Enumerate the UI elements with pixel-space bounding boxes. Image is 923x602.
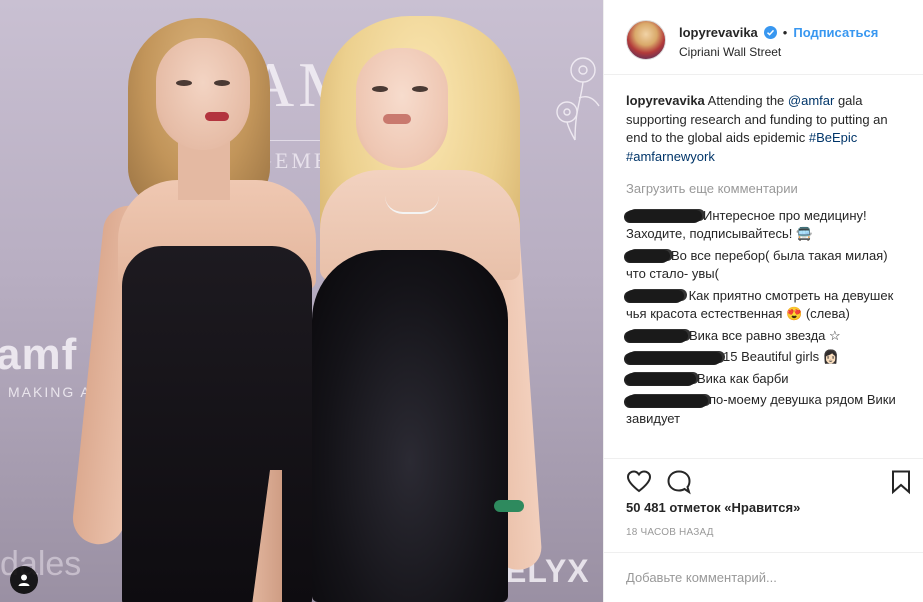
- add-comment-section: [604, 552, 923, 602]
- caption-hashtag[interactable]: #amfarnewyork: [626, 149, 715, 164]
- right-person-dress: [312, 250, 508, 602]
- caption-hashtag[interactable]: #BeEpic: [809, 130, 857, 145]
- right-person-bracelet: [494, 500, 524, 512]
- comment: 15 Beautiful girls 👩🏻: [626, 348, 908, 367]
- redacted-username: [626, 210, 702, 223]
- redacted-username: [626, 351, 722, 364]
- comment: Во все перебор( была такая милая) что ст…: [626, 247, 908, 284]
- post-photo[interactable]: AMP GEMENT amf MAKING AIDS dales ELYX: [0, 0, 603, 602]
- left-person-eye: [176, 80, 192, 86]
- redacted-username: [626, 250, 670, 263]
- comment: Как приятно смотреть на девушек чья крас…: [626, 287, 908, 324]
- post-side-panel: lopyrevavika • Подписаться Cipriani Wall…: [603, 0, 923, 602]
- right-person-eye: [412, 86, 428, 92]
- comment-text: 15 Beautiful girls 👩🏻: [723, 349, 839, 364]
- location-link[interactable]: Cipriani Wall Street: [679, 45, 781, 59]
- right-person-eye: [372, 86, 388, 92]
- action-bar: [604, 458, 923, 502]
- comment: по-моему девушка рядом Вики завидует: [626, 391, 908, 428]
- caption-username[interactable]: lopyrevavika: [626, 93, 705, 108]
- comment: Вика все равно звезда ☆: [626, 327, 908, 346]
- backdrop-text-amfar: amf: [0, 330, 78, 379]
- redacted-username: [626, 394, 708, 407]
- follow-button[interactable]: Подписаться: [793, 25, 878, 40]
- caption-text: Attending the: [704, 93, 788, 108]
- load-more-comments-button[interactable]: Загрузить еще комментарии: [626, 180, 908, 199]
- username-link[interactable]: lopyrevavika: [679, 25, 758, 40]
- redacted-username: [626, 290, 684, 303]
- user-tag-icon: [18, 574, 30, 586]
- right-person-lips: [383, 114, 411, 124]
- redacted-username: [626, 330, 688, 343]
- post-caption: lopyrevavika Attending the @amfar gala s…: [626, 92, 908, 166]
- user-tag-button[interactable]: [10, 566, 38, 594]
- post-header: lopyrevavika • Подписаться Cipriani Wall…: [604, 0, 923, 75]
- comment: Интересное про медицину! Заходите, подпи…: [626, 207, 908, 244]
- caption-mention[interactable]: @amfar: [788, 93, 834, 108]
- username-row: lopyrevavika • Подписаться: [679, 25, 878, 40]
- left-person-lips: [205, 112, 229, 121]
- left-person-eye: [214, 80, 230, 86]
- redacted-username: [626, 373, 696, 386]
- left-person-face: [156, 38, 250, 150]
- post-timestamp: 18 ЧАСОВ НАЗАД: [626, 527, 714, 538]
- comment-text: Вика как барби: [697, 370, 789, 386]
- left-person-dress: [122, 246, 312, 602]
- flower-sketch: [556, 57, 600, 141]
- verified-icon: [763, 26, 777, 39]
- avatar[interactable]: [626, 20, 666, 60]
- add-comment-input[interactable]: [626, 565, 896, 589]
- right-person-face: [356, 48, 448, 168]
- comments-list: lopyrevavika Attending the @amfar gala s…: [626, 92, 908, 431]
- comment-text: Вика все равно звезда ☆: [689, 327, 841, 343]
- heart-icon[interactable]: [626, 469, 652, 495]
- likes-count[interactable]: 50 481 отметок «Нравится»: [626, 500, 800, 515]
- bookmark-icon[interactable]: [888, 469, 914, 495]
- comment: Вика как барби: [626, 370, 908, 389]
- comment-icon[interactable]: [666, 469, 692, 495]
- separator-dot: •: [782, 25, 788, 40]
